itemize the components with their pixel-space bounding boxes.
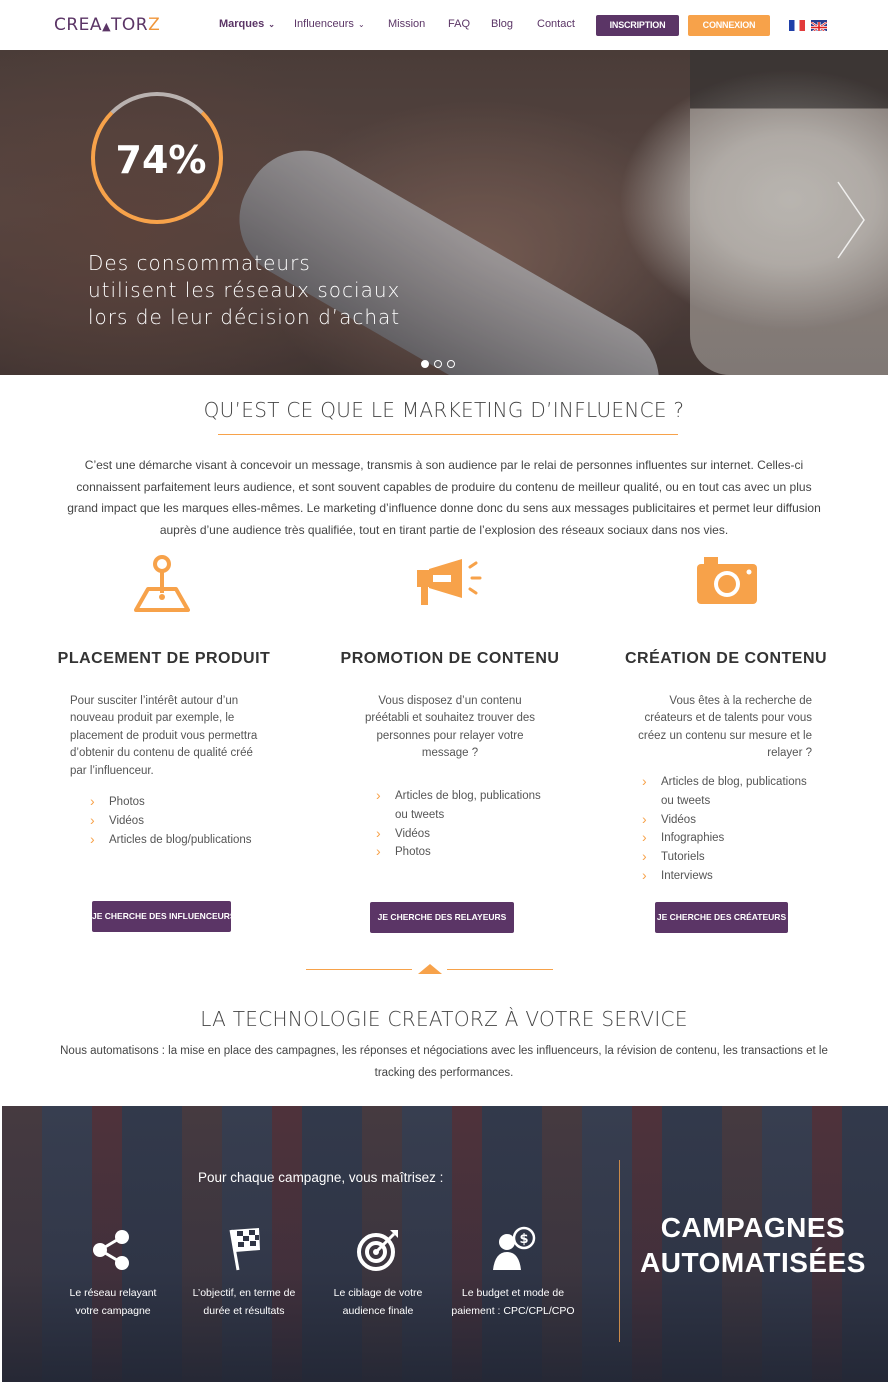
french-flag-icon[interactable] xyxy=(789,20,805,31)
slider-dot-1[interactable] xyxy=(421,360,429,368)
feature-label-network: Le réseau relayant votre campagne xyxy=(69,1287,157,1317)
nav-item-blog[interactable]: Blog xyxy=(491,18,513,30)
list-item: Tutoriels xyxy=(642,847,822,867)
list-item: Interviews xyxy=(642,866,822,886)
checkered-flag-icon xyxy=(229,1228,260,1271)
divider-triangle-icon xyxy=(418,964,442,974)
column-list-placement: Photos Vidéos Articles de blog/publicati… xyxy=(90,792,290,850)
intro-text: C’est une démarche visant à concevoir un… xyxy=(67,458,821,537)
section-divider-left xyxy=(306,969,412,970)
nav-item-marques[interactable]: Marques ⌄ xyxy=(219,18,275,30)
english-flag-icon[interactable] xyxy=(811,20,827,31)
column-desc-placement: Pour susciter l’intérêt autour d’un nouv… xyxy=(70,695,258,777)
column-desc-creation: Vous êtes à la recherche de créateurs et… xyxy=(638,695,812,760)
next-slide-arrow-icon[interactable] xyxy=(836,180,866,260)
column-title-creation: CRÉATION DE CONTENU xyxy=(624,650,828,667)
connexion-button[interactable]: CONNEXION xyxy=(688,15,770,36)
top-navigation: CREA▲TORZ Marques ⌄ Influenceurs ⌄ Mission… xyxy=(0,0,888,50)
column-title-promotion: PROMOTION DE CONTENU xyxy=(340,650,560,667)
nav-item-contact[interactable]: Contact xyxy=(537,18,575,30)
camera-icon xyxy=(697,557,757,604)
hero-caption-line3: lors de leur décision d’achat xyxy=(88,305,401,329)
tech-heading: LA TECHNOLOGIE CREATORZ À VOTRE SERVICE xyxy=(200,1007,688,1031)
list-item: Photos xyxy=(90,792,290,812)
column-list-promotion: Articles de blog, publications ou tweets… xyxy=(376,786,556,862)
slider-dot-2[interactable] xyxy=(434,360,442,368)
nav-item-mission[interactable]: Mission xyxy=(388,18,425,30)
list-item: Articles de blog, publications ou tweets xyxy=(376,786,556,825)
column-desc-promotion: Vous disposez d’un contenu préétabli et … xyxy=(364,695,536,760)
chevron-down-icon: ⌄ xyxy=(268,20,275,29)
column-title-placement: PLACEMENT DE PRODUIT xyxy=(57,650,271,667)
creatorz-logo[interactable]: CREA▲TORZ xyxy=(54,15,160,35)
map-pin-icon xyxy=(134,555,190,612)
slider-dots xyxy=(421,355,460,368)
budget-user-icon: $ xyxy=(493,1226,536,1270)
nav-item-faq[interactable]: FAQ xyxy=(448,18,470,30)
feature-label-budget: Le budget et mode de paiement : CPC/CPL/… xyxy=(451,1287,575,1317)
list-item: Infographies xyxy=(642,828,822,848)
target-icon xyxy=(357,1230,398,1271)
feature-label-objective: L’objectif, en terme de durée et résulta… xyxy=(192,1287,296,1317)
nav-item-influenceurs[interactable]: Influenceurs ⌄ xyxy=(294,18,365,30)
campaign-title-line2: AUTOMATISÉES xyxy=(640,1247,866,1278)
logo-text-part3: Z xyxy=(148,15,161,35)
find-relayers-button[interactable]: JE CHERCHE DES RELAYEURS xyxy=(370,902,514,933)
chevron-down-icon: ⌄ xyxy=(357,20,365,29)
svg-text:$: $ xyxy=(519,1232,528,1247)
list-item: Vidéos xyxy=(376,824,556,844)
intro-heading: QU’EST CE QUE LE MARKETING D’INFLUENCE ? xyxy=(203,398,685,422)
find-creators-button[interactable]: JE CHERCHE DES CRÉATEURS xyxy=(655,902,788,933)
campaign-title-line1: CAMPAGNES xyxy=(660,1212,846,1243)
hero-percent: 74% xyxy=(115,138,207,182)
list-item: Vidéos xyxy=(642,810,822,830)
share-icon xyxy=(93,1230,129,1270)
slider-dot-3[interactable] xyxy=(447,360,455,368)
logo-text-part2: TOR xyxy=(111,15,149,35)
nav-label-influenceurs: Influenceurs xyxy=(294,18,354,30)
list-item: Vidéos xyxy=(90,811,290,831)
nav-label-marques: Marques xyxy=(219,18,265,30)
logo-triangle: ▲ xyxy=(102,20,112,33)
hero-caption-line1: Des consommateurs xyxy=(88,251,311,275)
find-influencers-button[interactable]: JE CHERCHE DES INFLUENCEURS xyxy=(92,901,236,932)
tech-text: Nous automatisons : la mise en place des… xyxy=(60,1045,828,1079)
inscription-button[interactable]: INSCRIPTION xyxy=(596,15,679,36)
list-item: Articles de blog, publications ou tweets xyxy=(642,772,822,811)
list-item: Photos xyxy=(376,842,556,862)
column-list-creation: Articles de blog, publications ou tweets… xyxy=(642,772,822,886)
hero-caption: Des consommateurs utilisent les réseaux … xyxy=(88,250,448,331)
campaign-divider xyxy=(619,1160,620,1342)
campaign-intro: Pour chaque campagne, vous maîtrisez : xyxy=(198,1170,444,1185)
section-divider-right xyxy=(447,969,553,970)
hero-caption-line2: utilisent les réseaux sociaux xyxy=(88,278,401,302)
campaign-title: CAMPAGNES AUTOMATISÉES xyxy=(624,1210,882,1280)
megaphone-icon xyxy=(417,559,482,605)
list-item: Articles de blog/publications xyxy=(90,830,290,850)
feature-label-targeting: Le ciblage de votre audience finale xyxy=(333,1287,423,1317)
logo-text-part1: CREA xyxy=(54,15,103,35)
intro-divider xyxy=(218,434,678,435)
